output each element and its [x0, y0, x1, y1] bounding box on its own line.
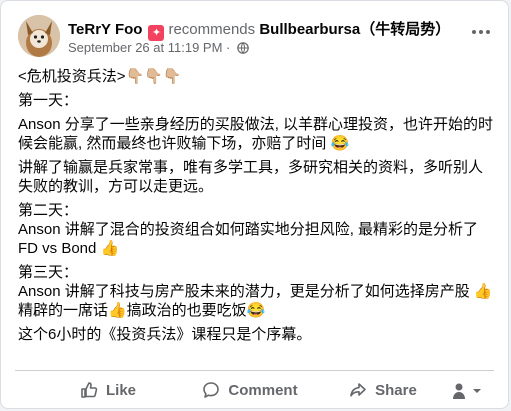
day3-paragraph: Anson 讲解了科技与房产股未来的潜力，更是分析了如何选择房产股 👍 精辟的一…	[18, 283, 493, 319]
more-options-icon[interactable]	[470, 21, 492, 35]
post-header: TeRrY Foo ✦ recommends Bullbearbursa（牛转局势）…	[18, 15, 496, 59]
post-meta: September 26 at 11:19 PM ·	[68, 40, 249, 55]
day1-heading: 第一天：	[18, 92, 79, 109]
globe-icon	[237, 42, 249, 54]
comment-icon	[203, 382, 220, 398]
closing-line: 这个6小时的《投资兵法》课程只是个序幕。	[18, 326, 312, 343]
chevron-down-icon	[473, 389, 482, 393]
comment-label: Comment	[228, 381, 298, 399]
share-icon	[350, 383, 366, 397]
share-button[interactable]: Share	[333, 373, 433, 407]
share-label: Share	[375, 381, 417, 399]
meta-separator: ·	[226, 40, 231, 55]
author-avatar[interactable]	[18, 15, 60, 57]
page-name[interactable]: Bullbearbursa（牛转局势）	[259, 21, 450, 38]
day2-heading: 第二天：	[18, 202, 79, 219]
reactor-avatar-icon	[453, 383, 465, 399]
post-actions: Like Comment Share	[15, 373, 494, 407]
like-button[interactable]: Like	[53, 373, 163, 407]
post-body: <危机投资兵法>👇🏼👇🏼👇🏼 第一天： Anson 分享了一些亲身经历的买股做法…	[18, 67, 496, 344]
thumbs-up-icon	[81, 382, 98, 398]
actions-divider	[15, 370, 494, 371]
author-name[interactable]: TeRrY Foo	[68, 21, 142, 38]
recommends-text: recommends	[168, 21, 256, 38]
comment-button[interactable]: Comment	[185, 373, 315, 407]
day2-paragraph: Anson 讲解了混合的投资组合如何踏实地分担风险, 最精彩的是分析了 FD v…	[18, 221, 479, 257]
day1-paragraph-1: Anson 分享了一些亲身经历的买股做法, 以羊群心理投资，也许开始的时候会能赢…	[18, 116, 494, 152]
recommend-badge-icon: ✦	[148, 25, 165, 41]
post-card: TeRrY Foo ✦ recommends Bullbearbursa（牛转局势）…	[0, 0, 509, 409]
day3-heading: 第三天：	[18, 264, 79, 281]
post-attribution: TeRrY Foo ✦ recommends Bullbearbursa（牛转局势）	[68, 18, 450, 41]
post-timestamp[interactable]: September 26 at 11:19 PM	[68, 40, 222, 55]
like-label: Like	[105, 381, 136, 399]
post-title-line: <危机投资兵法>👇🏼👇🏼👇🏼	[18, 68, 182, 85]
day1-paragraph-2: 讲解了输赢是兵家常事，唯有多学工具，多研究相关的资料，多听别人失败的教训，方可以…	[18, 159, 484, 195]
react-as-selector[interactable]	[450, 381, 490, 401]
